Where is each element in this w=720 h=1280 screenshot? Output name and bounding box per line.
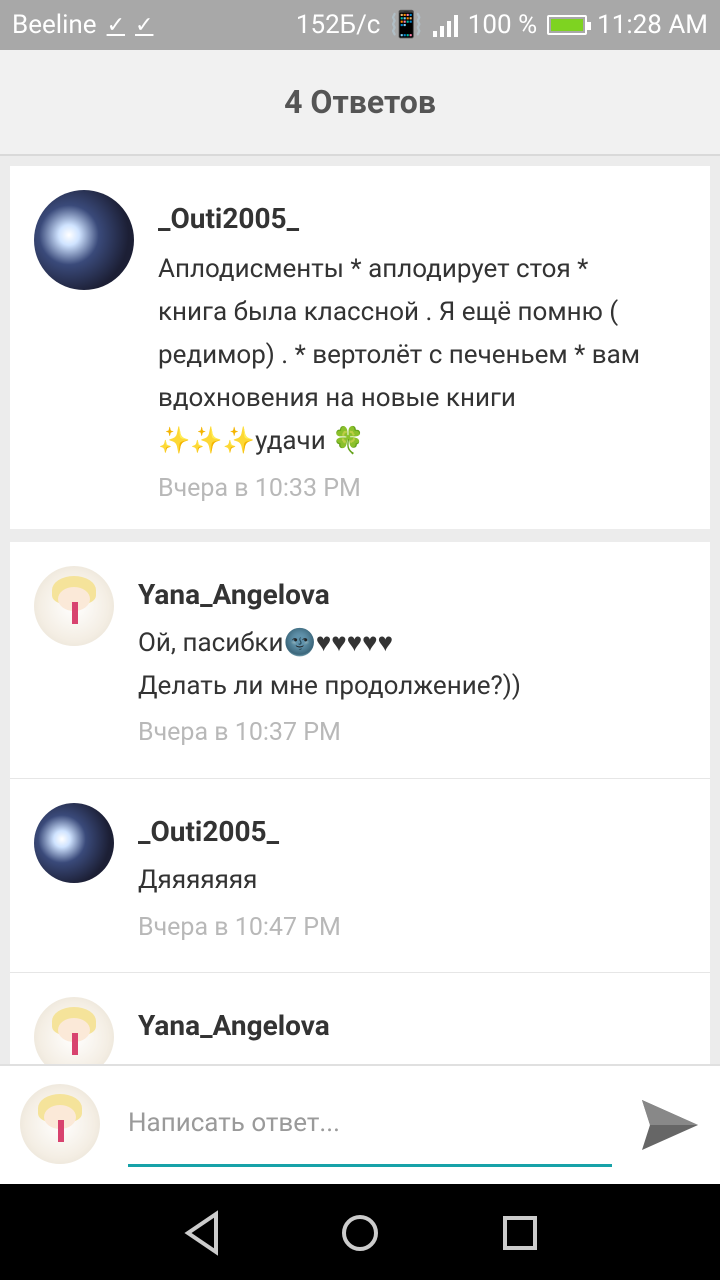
reply-line: Делать ли мне продолжение?)): [138, 671, 521, 701]
comment-timestamp: Вчера в 10:33 PM: [158, 474, 361, 503]
avatar[interactable]: [34, 803, 114, 883]
reply-text: Ой, пасибки🌚♥♥♥♥♥ Делать ли мне продолже…: [138, 622, 698, 708]
comments-list[interactable]: _Outi2005_ Аплодисменты * аплодирует сто…: [0, 156, 720, 1064]
comment-line: книга была классной . Я ещё помню (: [158, 297, 619, 327]
comment-line: Аплодисменты * аплодирует стоя *: [158, 254, 589, 284]
avatar: [20, 1084, 100, 1164]
avatar[interactable]: [34, 190, 134, 290]
check-icon: ✓: [106, 12, 126, 38]
comment-line-text: удачи: [255, 426, 326, 456]
reply-input[interactable]: [128, 1102, 612, 1144]
back-icon[interactable]: [178, 1208, 228, 1258]
comment-line: редимор) . * вертолёт с печеньем * вам: [158, 340, 641, 370]
avatar[interactable]: [34, 997, 114, 1064]
status-bar: Beeline ✓ ✓ 152Б/с 📳 100 % 11:28 AM: [0, 0, 720, 50]
system-nav-bar: [0, 1184, 720, 1280]
input-underline: [128, 1164, 612, 1167]
reply-item: Yana_Angelova Ой, пасибки🌚♥♥♥♥♥ Делать л…: [10, 542, 710, 778]
comment-line: вдохновения на новые книги: [158, 383, 516, 413]
reply-timestamp: Вчера в 10:47 PM: [138, 913, 341, 942]
comment-text: Аплодисменты * аплодирует стоя * книга б…: [158, 248, 698, 463]
comment-line: ✨✨✨удачи 🍀: [158, 420, 698, 463]
root-comment-card: _Outi2005_ Аплодисменты * аплодирует сто…: [10, 166, 710, 529]
signal-icon: [432, 13, 458, 37]
header: 4 Ответов: [0, 50, 720, 156]
clover-icon: 🍀: [332, 426, 365, 456]
reply-line: Дяяяяяяя: [138, 865, 258, 895]
page-title: 4 Ответов: [284, 83, 436, 121]
reply-author[interactable]: Yana_Angelova: [138, 1009, 330, 1042]
sparkles-icon: ✨✨✨: [158, 426, 256, 456]
check-icon: ✓: [135, 12, 154, 38]
reply-text: Дяяяяяяя: [138, 859, 698, 902]
network-speed: 152Б/с: [295, 10, 381, 40]
avatar[interactable]: [34, 566, 114, 646]
battery-icon: [547, 15, 592, 35]
reply-item: Yana_Angelova: [10, 973, 710, 1064]
vibrate-icon: 📳: [390, 10, 423, 40]
clock: 11:28 AM: [597, 10, 708, 40]
reply-author[interactable]: Yana_Angelova: [138, 578, 330, 611]
comment-author[interactable]: _Outi2005_: [158, 202, 299, 235]
home-icon[interactable]: [335, 1208, 385, 1258]
reply-composer: [0, 1064, 720, 1186]
carrier-name: Beeline: [12, 10, 97, 40]
recents-icon[interactable]: [495, 1208, 545, 1258]
reply-timestamp: Вчера в 10:37 PM: [138, 718, 341, 747]
replies-card: Yana_Angelova Ой, пасибки🌚♥♥♥♥♥ Делать л…: [10, 542, 710, 1064]
status-left: Beeline ✓ ✓: [12, 10, 153, 40]
reply-author[interactable]: _Outi2005_: [138, 815, 279, 848]
send-icon[interactable]: [640, 1098, 700, 1152]
reply-item: _Outi2005_ Дяяяяяяя Вчера в 10:47 PM: [10, 779, 710, 973]
reply-line: Ой, пасибки🌚♥♥♥♥♥: [138, 628, 394, 658]
status-right: 152Б/с 📳 100 % 11:28 AM: [296, 10, 708, 40]
battery-percent: 100 %: [467, 10, 538, 40]
